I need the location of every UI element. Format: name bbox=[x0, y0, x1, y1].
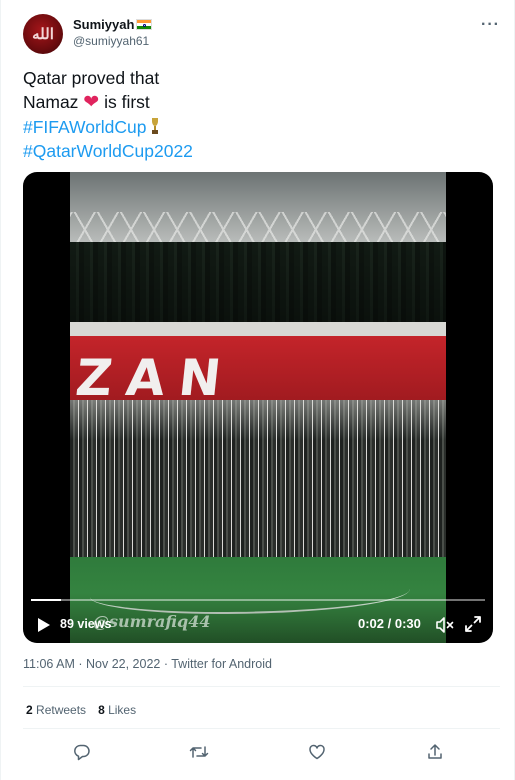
tweet-line-1: Qatar proved that bbox=[23, 68, 160, 88]
author-handle[interactable]: @sumiyyah61 bbox=[73, 33, 152, 49]
tweet-header: الله Sumiyyah @sumiyyah61 ··· bbox=[23, 14, 500, 58]
likes-stat[interactable]: 8 Likes bbox=[98, 702, 136, 718]
more-dots-icon[interactable]: ··· bbox=[481, 16, 500, 34]
tweet-line-2-suffix: is first bbox=[99, 92, 150, 112]
divider bbox=[23, 728, 500, 729]
display-name-text: Sumiyyah bbox=[73, 17, 135, 32]
hashtag-qatarworldcup-line: #QatarWorldCup2022 bbox=[23, 139, 193, 163]
trophy-icon bbox=[151, 118, 158, 134]
share-icon[interactable] bbox=[423, 740, 447, 764]
divider bbox=[23, 686, 500, 687]
tweet-text: Qatar proved that Namaz ❤ is first #FIFA… bbox=[23, 66, 193, 163]
india-flag-icon bbox=[136, 19, 153, 30]
author-display-name[interactable]: Sumiyyah bbox=[73, 16, 153, 33]
video-time: 0:02 / 0:30 bbox=[358, 616, 421, 631]
retweets-label: Retweets bbox=[36, 703, 87, 717]
tweet-card: الله Sumiyyah @sumiyyah61 ··· Qatar prov… bbox=[0, 0, 515, 780]
video-progress-fill bbox=[31, 599, 62, 601]
likes-label: Likes bbox=[108, 703, 137, 717]
hashtag-qatarworldcup2022[interactable]: #QatarWorldCup2022 bbox=[23, 141, 193, 161]
avatar-glyph: الله bbox=[32, 25, 54, 43]
retweets-count: 2 bbox=[26, 703, 33, 717]
hashtag-fifaworldcup-line: #FIFAWorldCup bbox=[23, 115, 193, 139]
likes-count: 8 bbox=[98, 703, 105, 717]
tweet-timestamp-source[interactable]: 11:06 AM · Nov 22, 2022 · Twitter for An… bbox=[23, 656, 272, 672]
roof-truss bbox=[70, 212, 446, 242]
tweet-line-2: Namaz ❤ is first bbox=[23, 90, 193, 115]
retweet-icon[interactable] bbox=[187, 740, 211, 764]
retweets-stat[interactable]: 2 Retweets bbox=[26, 702, 86, 718]
hashtag-fifaworldcup[interactable]: #FIFAWorldCup bbox=[23, 117, 147, 137]
reply-icon[interactable] bbox=[70, 740, 94, 764]
tweet-actions bbox=[1, 740, 515, 764]
fullscreen-icon[interactable] bbox=[464, 615, 482, 633]
avatar[interactable]: الله bbox=[23, 14, 63, 54]
tweet-line-2-prefix: Namaz bbox=[23, 92, 84, 112]
author-names: Sumiyyah @sumiyyah61 bbox=[73, 16, 153, 49]
video-progress-bar[interactable] bbox=[31, 599, 485, 601]
red-heart-icon: ❤ bbox=[83, 92, 100, 113]
video-player[interactable]: ZAN 89 views @sumrafiq44 0:02 / 0:30 bbox=[23, 172, 493, 643]
stand-lettering: ZAN bbox=[72, 349, 238, 407]
like-icon[interactable] bbox=[305, 740, 329, 764]
upper-stands bbox=[70, 242, 446, 322]
video-frame[interactable]: ZAN bbox=[70, 172, 446, 643]
video-watermark: @sumrafiq44 bbox=[93, 612, 211, 631]
stadium-band bbox=[70, 322, 446, 336]
play-icon[interactable] bbox=[35, 615, 53, 635]
muted-volume-icon[interactable] bbox=[435, 616, 455, 634]
tweet-stats: 2 Retweets 8 Likes bbox=[26, 702, 136, 718]
crowd-highlight bbox=[70, 400, 446, 440]
